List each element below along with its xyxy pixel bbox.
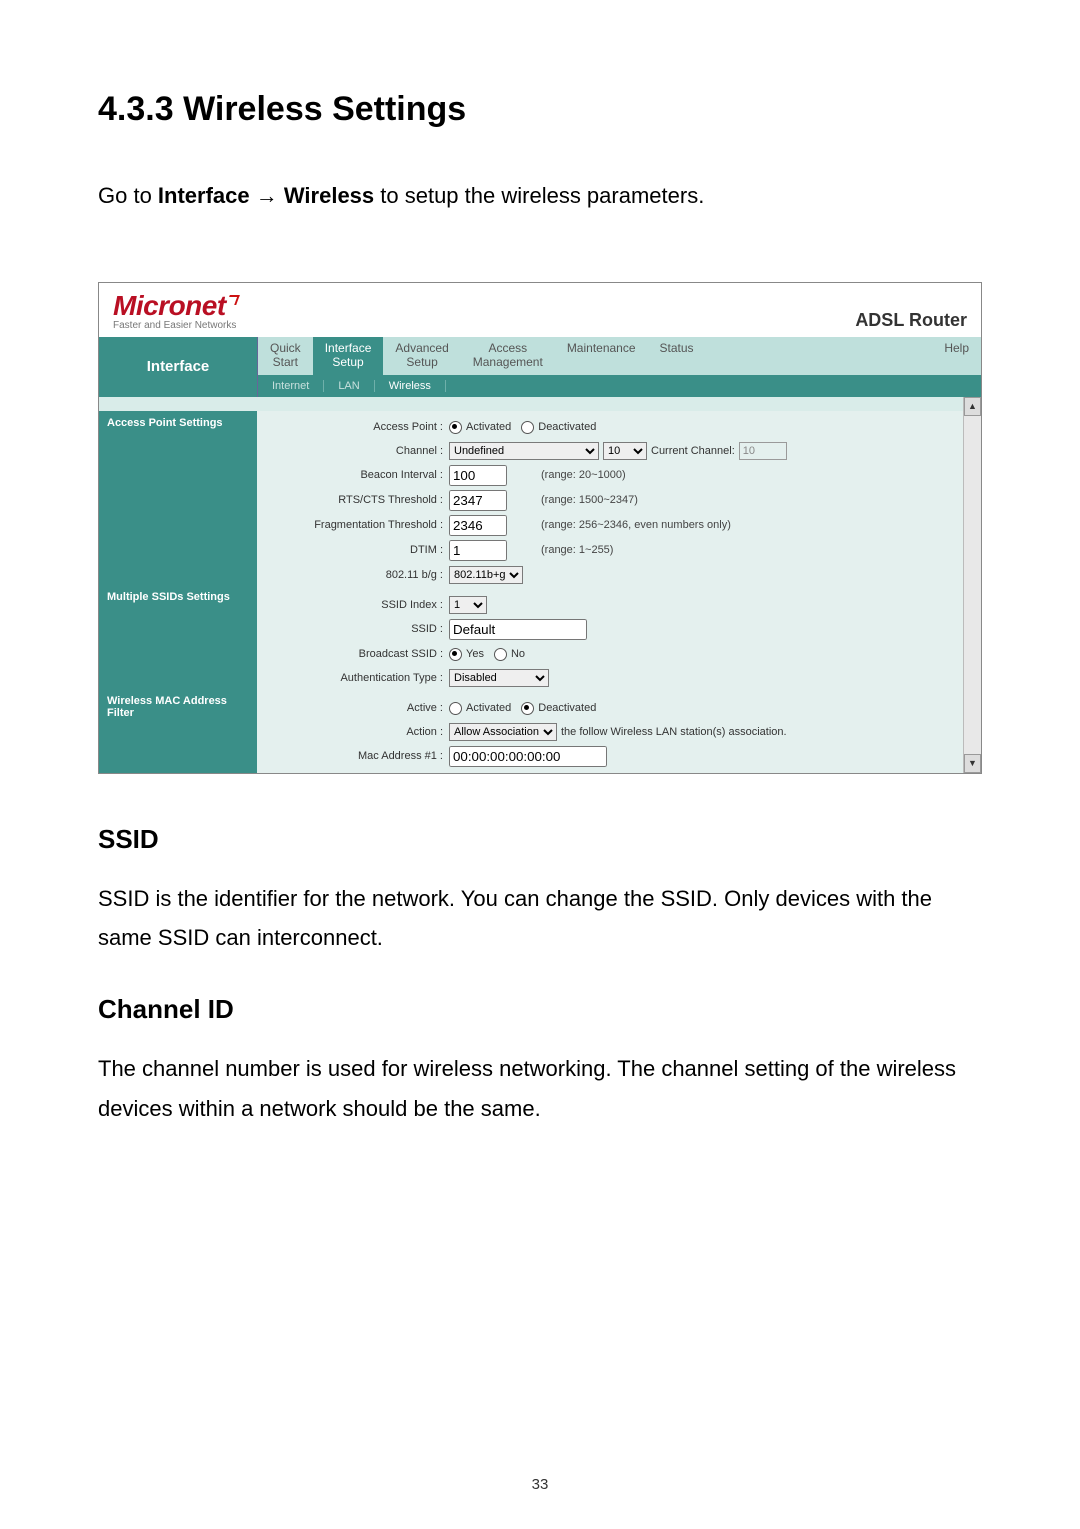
label-beacon: Beacon Interval :	[263, 469, 449, 481]
intro-paragraph: Go to Interface → Wireless to setup the …	[98, 179, 982, 212]
tab-status[interactable]: Status	[648, 337, 706, 375]
tab-quick-start[interactable]: Quick Start	[258, 337, 313, 375]
nav-section-label: Interface	[99, 337, 258, 397]
select-auth-type[interactable]: Disabled	[449, 669, 549, 687]
scroll-up-icon[interactable]: ▲	[964, 397, 981, 416]
label-dtim: DTIM :	[263, 544, 449, 556]
label-rts: RTS/CTS Threshold :	[263, 494, 449, 506]
label-frag: Fragmentation Threshold :	[263, 519, 449, 531]
label-current-channel: Current Channel:	[651, 445, 735, 457]
subtab-lan[interactable]: LAN	[324, 380, 374, 392]
label-ssid: SSID :	[263, 623, 449, 635]
radio-filter-deactivated[interactable]	[521, 702, 534, 715]
tab-help[interactable]: Help	[932, 337, 981, 375]
radio-broadcast-no[interactable]	[494, 648, 507, 661]
select-action[interactable]: Allow Association	[449, 723, 557, 741]
input-ssid[interactable]	[449, 619, 587, 640]
section-heading: 4.3.3 Wireless Settings	[98, 90, 982, 129]
tab-interface-setup[interactable]: Interface Setup	[313, 337, 384, 375]
section-header-ssid: Multiple SSIDs Settings	[99, 585, 257, 609]
radio-label-no: No	[511, 648, 525, 660]
page-number: 33	[0, 1476, 1080, 1493]
hint-rts: (range: 1500~2347)	[541, 494, 638, 506]
display-current-channel: 10	[739, 442, 787, 460]
input-rts-threshold[interactable]	[449, 490, 507, 511]
heading-ssid: SSID	[98, 824, 982, 855]
hint-frag: (range: 256~2346, even numbers only)	[541, 519, 731, 531]
paragraph-channel-id: The channel number is used for wireless …	[98, 1049, 982, 1128]
label-broadcast-ssid: Broadcast SSID :	[263, 648, 449, 660]
label-ssid-index: SSID Index :	[263, 599, 449, 611]
select-channel-region[interactable]: Undefined	[449, 442, 599, 460]
radio-filter-activated[interactable]	[449, 702, 462, 715]
input-dtim[interactable]	[449, 540, 507, 561]
label-channel: Channel :	[263, 445, 449, 457]
hint-dtim: (range: 1~255)	[541, 544, 613, 556]
radio-broadcast-yes[interactable]	[449, 648, 462, 661]
scrollbar[interactable]: ▲ ▼	[963, 397, 981, 773]
section-header-macfilter: Wireless MAC Address Filter	[99, 689, 257, 725]
label-active: Active :	[263, 702, 449, 714]
device-title: ADSL Router	[855, 310, 967, 331]
section-header-ap: Access Point Settings	[99, 411, 257, 435]
label-mac1: Mac Address #1 :	[263, 750, 449, 762]
label-auth-type: Authentication Type :	[263, 672, 449, 684]
label-bg-mode: 802.11 b/g :	[263, 569, 449, 581]
tab-maintenance[interactable]: Maintenance	[555, 337, 648, 375]
radio-label-yes: Yes	[466, 648, 484, 660]
router-screenshot: Micronet Faster and Easier Networks ADSL…	[98, 282, 982, 774]
hint-beacon: (range: 20~1000)	[541, 469, 626, 481]
brand-logo: Micronet	[113, 293, 236, 318]
label-access-point: Access Point :	[263, 421, 449, 433]
subtab-internet[interactable]: Internet	[258, 380, 324, 392]
input-beacon-interval[interactable]	[449, 465, 507, 486]
brand-tagline: Faster and Easier Networks	[113, 320, 236, 331]
radio-label-deactivated: Deactivated	[538, 421, 596, 433]
select-ssid-index[interactable]: 1	[449, 596, 487, 614]
heading-channel-id: Channel ID	[98, 994, 982, 1025]
input-frag-threshold[interactable]	[449, 515, 507, 536]
scroll-down-icon[interactable]: ▼	[964, 754, 981, 773]
radio-ap-activated[interactable]	[449, 421, 462, 434]
select-bg-mode[interactable]: 802.11b+g	[449, 566, 523, 584]
select-channel-number[interactable]: 10	[603, 442, 647, 460]
radio-ap-deactivated[interactable]	[521, 421, 534, 434]
tab-access-management[interactable]: Access Management	[461, 337, 555, 375]
radio-label-activated: Activated	[466, 421, 511, 433]
label-action: Action :	[263, 726, 449, 738]
subtab-wireless[interactable]: Wireless	[375, 380, 446, 392]
input-mac1[interactable]	[449, 746, 607, 767]
tab-advanced-setup[interactable]: Advanced Setup	[383, 337, 460, 375]
label-action-tail: the follow Wireless LAN station(s) assoc…	[561, 726, 787, 738]
paragraph-ssid: SSID is the identifier for the network. …	[98, 879, 982, 958]
